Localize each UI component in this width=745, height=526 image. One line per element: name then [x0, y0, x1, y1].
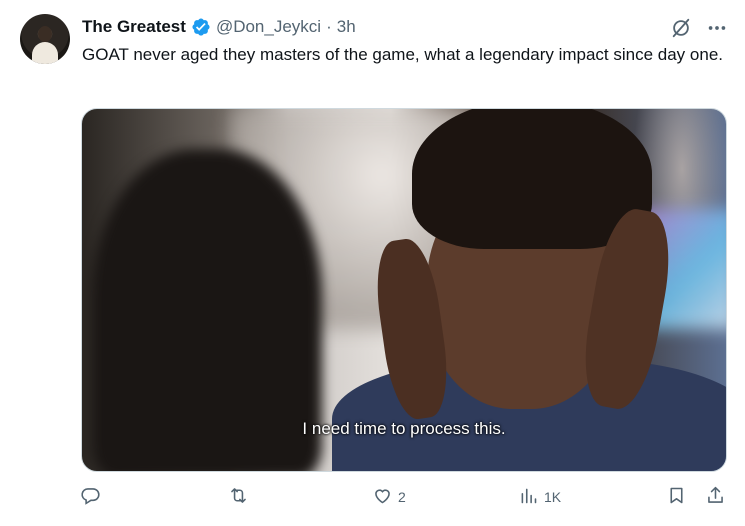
media-caption: I need time to process this.: [302, 419, 506, 438]
action-bar: 2 1K: [80, 482, 730, 512]
share-icon: [705, 485, 726, 509]
verified-badge-icon: [191, 17, 211, 37]
tweet-media[interactable]: I need time to process this.: [81, 108, 727, 472]
tweet-text: GOAT never aged they masters of the game…: [82, 45, 723, 64]
repost-button[interactable]: [228, 482, 254, 512]
tweet-header: The Greatest @Don_Jeykci · 3h: [82, 15, 356, 39]
reply-button[interactable]: [80, 482, 106, 512]
timestamp[interactable]: 3h: [337, 17, 356, 37]
separator: ·: [326, 17, 332, 36]
views-count: 1K: [544, 489, 562, 505]
like-count: 2: [398, 489, 406, 505]
heart-icon: [372, 485, 393, 509]
views-icon: [518, 485, 539, 509]
views-button[interactable]: 1K: [518, 482, 561, 512]
avatar[interactable]: [20, 14, 70, 64]
like-button[interactable]: 2: [372, 482, 406, 512]
bookmark-icon: [666, 485, 687, 509]
author-name[interactable]: The Greatest: [82, 17, 186, 37]
share-button[interactable]: [705, 482, 726, 512]
repost-icon: [228, 485, 249, 509]
bookmark-button[interactable]: [666, 482, 687, 512]
grok-icon[interactable]: [670, 17, 692, 39]
more-icon[interactable]: [706, 17, 728, 39]
reply-icon: [80, 485, 101, 509]
author-handle[interactable]: @Don_Jeykci: [216, 17, 321, 37]
